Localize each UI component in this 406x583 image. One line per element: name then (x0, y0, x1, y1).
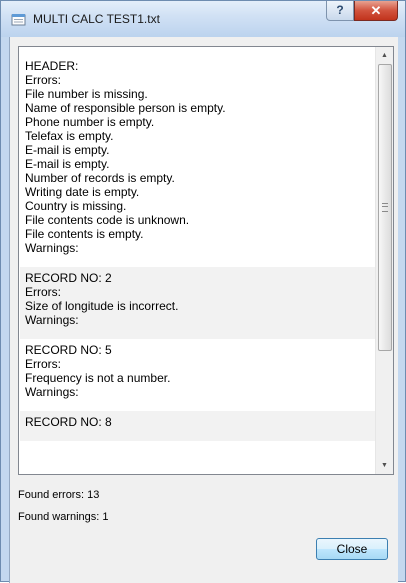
close-icon: ✕ (370, 3, 382, 18)
report-block: HEADER: Errors: File number is missing. Nam… (20, 55, 377, 267)
title-bar[interactable]: MULTI CALC TEST1.txt ? ✕ (1, 1, 405, 37)
dialog-window: MULTI CALC TEST1.txt ? ✕ HEADER: Errors: F… (0, 0, 406, 583)
report-line: Size of longitude is incorrect. (25, 299, 179, 313)
report-line: E-mail is empty. (25, 143, 110, 157)
scrollbar-thumb[interactable] (378, 64, 392, 351)
report-block: RECORD NO: 8 (20, 411, 377, 441)
scrollbar-grip-icon (382, 203, 388, 212)
report-line: Name of responsible person is empty. (25, 101, 226, 115)
report-line: Phone number is empty. (25, 115, 155, 129)
report-line: Errors: (25, 285, 61, 299)
found-errors-label: Found errors: 13 (18, 489, 100, 501)
report-content: HEADER: Errors: File number is missing. Nam… (20, 55, 377, 441)
close-button[interactable]: Close (316, 538, 388, 560)
report-line: RECORD NO: 8 (25, 415, 112, 429)
report-block: RECORD NO: 5 Errors: Frequency is not a nu… (20, 339, 377, 411)
report-line: File contents code is unknown. (25, 213, 190, 227)
report-line: RECORD NO: 5 (25, 343, 112, 357)
dialog-client-area: HEADER: Errors: File number is missing. Nam… (9, 37, 398, 583)
report-line: RECORD NO: 2 (25, 271, 112, 285)
report-line: Frequency is not a number. (25, 371, 171, 385)
report-line: E-mail is empty. (25, 157, 110, 171)
notepad-icon (11, 14, 26, 26)
report-line: Errors: (25, 357, 61, 371)
report-line: File contents is empty. (25, 227, 144, 241)
report-line: Warnings: (25, 313, 79, 327)
window-close-button[interactable]: ✕ (354, 1, 398, 21)
scroll-up-arrow-icon[interactable]: ▲ (376, 47, 393, 64)
report-listbox[interactable]: HEADER: Errors: File number is missing. Nam… (18, 46, 394, 475)
report-line: Telefax is empty. (25, 129, 114, 143)
report-line: HEADER: (25, 59, 79, 73)
scroll-down-arrow-icon[interactable]: ▼ (376, 457, 393, 474)
found-warnings-label: Found warnings: 1 (18, 511, 109, 523)
report-line: Writing date is empty. (25, 185, 140, 199)
report-line: Warnings: (25, 241, 79, 255)
report-line: Warnings: (25, 385, 79, 399)
report-line: Errors: (25, 73, 61, 87)
report-block: RECORD NO: 2 Errors: Size of longitude is … (20, 267, 377, 339)
help-button[interactable]: ? (326, 1, 354, 21)
report-line: Number of records is empty. (25, 171, 175, 185)
vertical-scrollbar[interactable]: ▲ ▼ (375, 47, 393, 474)
report-line: File number is missing. (25, 87, 148, 101)
window-title: MULTI CALC TEST1.txt (33, 12, 160, 26)
report-line: Country is missing. (25, 199, 127, 213)
